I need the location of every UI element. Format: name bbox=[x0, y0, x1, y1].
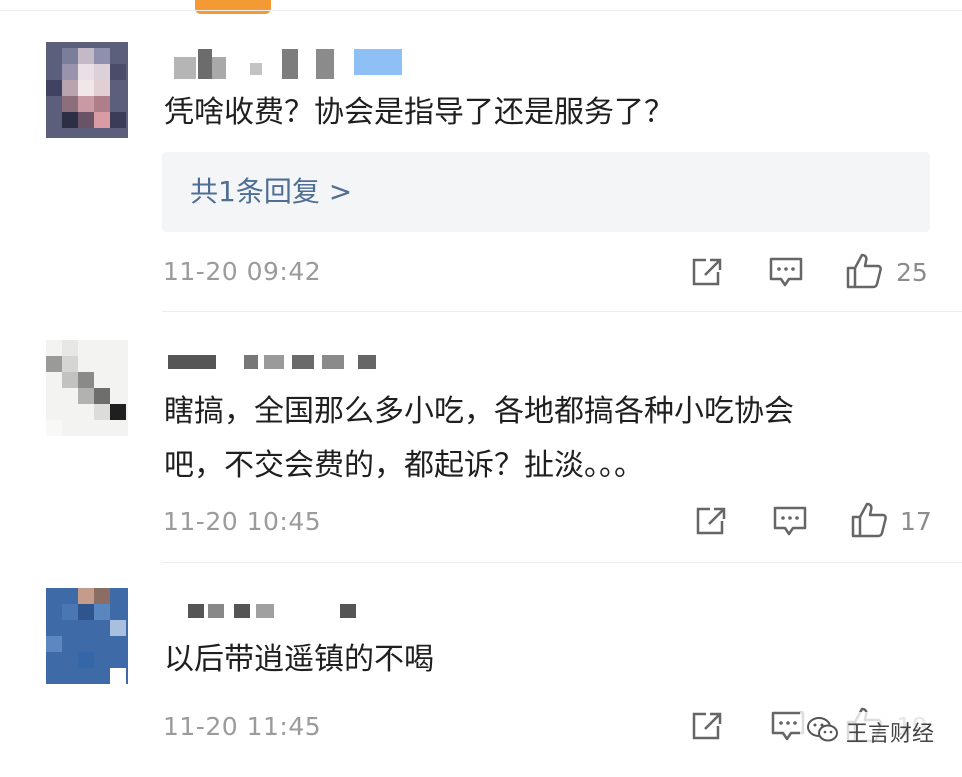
wechat-icon bbox=[806, 716, 840, 748]
like-count: 25 bbox=[896, 258, 928, 287]
avatar[interactable] bbox=[46, 340, 128, 436]
comment-text-line-2: 吧，不交会费的，都起诉？扯淡。。。 bbox=[164, 448, 644, 483]
share-icon[interactable] bbox=[694, 505, 728, 537]
comment-time: 11-20 09:42 bbox=[163, 257, 322, 286]
username-blurred[interactable] bbox=[168, 355, 398, 387]
share-icon[interactable] bbox=[690, 710, 724, 742]
reply-box[interactable]: 共1条回复 > bbox=[162, 152, 930, 232]
top-accent-bar bbox=[195, 0, 271, 14]
avatar[interactable] bbox=[46, 42, 128, 138]
username-blurred[interactable] bbox=[168, 47, 408, 79]
comment-divider bbox=[162, 562, 962, 563]
avatar[interactable] bbox=[46, 588, 128, 684]
like-count: 17 bbox=[900, 507, 932, 536]
view-replies-link[interactable]: 共1条回复 > bbox=[190, 170, 352, 210]
watermark-text: 王言财经 bbox=[846, 722, 935, 747]
share-icon[interactable] bbox=[690, 256, 724, 288]
comment-icon[interactable] bbox=[772, 505, 808, 537]
source-watermark: 王言财经 bbox=[800, 712, 941, 752]
top-divider bbox=[0, 10, 962, 11]
comment-text: 以后带逍遥镇的不喝 bbox=[164, 642, 434, 677]
comment-time: 11-20 11:45 bbox=[163, 712, 322, 741]
comment-text-line-1: 瞎搞，全国那么多小吃，各地都搞各种小吃协会 bbox=[164, 394, 794, 429]
comment-icon[interactable] bbox=[768, 256, 804, 288]
comment-divider bbox=[162, 311, 962, 312]
thumbs-up-icon[interactable] bbox=[845, 252, 883, 290]
comment-time: 11-20 10:45 bbox=[163, 507, 322, 536]
thumbs-up-icon[interactable] bbox=[850, 501, 888, 539]
comment-text: 凭啥收费？协会是指导了还是服务了？ bbox=[164, 95, 674, 130]
